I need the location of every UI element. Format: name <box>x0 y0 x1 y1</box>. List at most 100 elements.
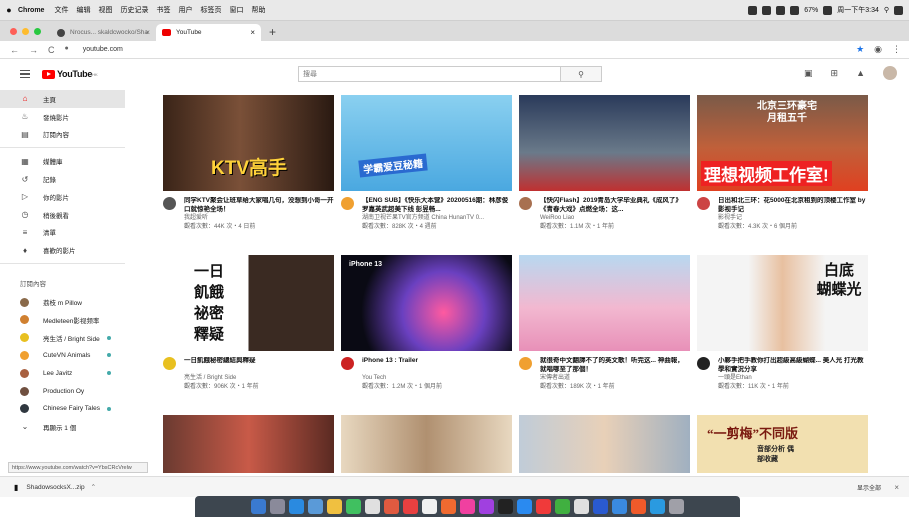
volume-icon[interactable] <box>790 5 800 15</box>
channel-avatar[interactable] <box>163 357 176 370</box>
chevron-up-icon[interactable]: ⌃ <box>91 483 96 491</box>
hamburger-menu-icon[interactable] <box>20 69 30 79</box>
channel-avatar[interactable] <box>163 197 176 210</box>
channel-name[interactable]: 我超爱听 <box>184 214 334 223</box>
show-more-button[interactable]: ⌄ 再顯示 1 個 <box>0 418 125 436</box>
wifi-icon[interactable] <box>776 5 786 15</box>
channel-name[interactable]: 一頭是Ethan <box>718 374 868 383</box>
notes-icon[interactable] <box>327 499 342 514</box>
video-thumbnail[interactable] <box>519 255 690 351</box>
video-title[interactable]: 小夥手把手教你打出超級高級蝴蝶... 美人光 打光教學和實況分享 <box>718 357 868 374</box>
video-thumbnail[interactable]: “一剪梅”不同版 音部分析 偶部收藏 <box>697 415 868 473</box>
channel-name[interactable]: 影视手记 <box>718 214 868 223</box>
menubar-item-view[interactable]: 视图 <box>98 5 112 15</box>
back-icon[interactable]: ← <box>10 45 19 55</box>
subscription-channel[interactable]: Production Oy <box>0 382 125 400</box>
qq-icon[interactable] <box>612 499 627 514</box>
sidebar-item-home[interactable]: ⌂ 主頁 <box>0 90 125 108</box>
channel-name[interactable]: 亮生活 / Bright Side <box>184 374 259 383</box>
channel-avatar[interactable] <box>519 197 532 210</box>
menubar-item-bookmarks[interactable]: 书签 <box>156 5 170 15</box>
close-window-button[interactable] <box>10 28 17 35</box>
chrome-menu-icon[interactable]: ⋮ <box>892 44 901 55</box>
video-thumbnail[interactable] <box>163 415 334 473</box>
netease-music-icon[interactable] <box>536 499 551 514</box>
video-card[interactable]: KTV高手 同学KTV聚会让班草给大家唱几句，没想到小哥一开口就惊艳全场！ 我超爱… <box>163 95 334 231</box>
subscription-channel[interactable]: CuteVN Animals <box>0 347 125 365</box>
channel-name[interactable]: You Tech <box>362 374 442 383</box>
subscription-channel[interactable]: 荔枝 m Pillow <box>0 293 125 311</box>
channel-avatar[interactable] <box>519 357 532 370</box>
lock-icon[interactable]: ● <box>65 45 69 55</box>
wechat-icon[interactable] <box>762 5 772 15</box>
system-preferences-icon[interactable] <box>574 499 589 514</box>
calendar-icon[interactable] <box>403 499 418 514</box>
download-item[interactable]: ShadowsocksX...zip <box>26 484 84 491</box>
forward-icon[interactable]: → <box>29 45 38 55</box>
subscription-channel[interactable]: Medleteen影视频率 <box>0 311 125 329</box>
messages-icon[interactable] <box>346 499 361 514</box>
video-thumbnail[interactable]: 白底 蝴蝶光 <box>697 255 868 351</box>
video-title[interactable]: 就很奇中文翻譯不了的英文歌！听完这... 神曲報，就唱哪至了那個！ <box>540 357 690 374</box>
new-tab-icon[interactable]: + <box>269 25 276 39</box>
downloads-folder-icon[interactable] <box>650 499 665 514</box>
extension-icon[interactable] <box>748 5 758 15</box>
video-title[interactable]: 日出和北三环：花5000在北京租到的顶楼工作室 by 影视手记 <box>718 197 868 214</box>
sidebar-item-watch-later[interactable]: ◷ 稍後觀看 <box>0 206 125 224</box>
podcasts-icon[interactable] <box>479 499 494 514</box>
video-title[interactable]: 同学KTV聚会让班草给大家唱几句，没想到小哥一开口就惊艳全场！ <box>184 197 334 214</box>
video-card[interactable]: 北京三环豪宅 月租五千 理想视频工作室! 日出和北三环：花5000在北京租到的顶… <box>697 95 868 231</box>
close-tab-icon[interactable]: × <box>250 28 255 37</box>
video-card[interactable] <box>163 415 334 473</box>
sidebar-item-playlist[interactable]: ≡ 清單 <box>0 224 125 242</box>
channel-avatar[interactable] <box>341 197 354 210</box>
safari-icon[interactable] <box>289 499 304 514</box>
menubar-item-tabs[interactable]: 标签页 <box>200 5 221 15</box>
sidebar-item-library[interactable]: ▦ 媒體庫 <box>0 152 125 170</box>
wechat-icon[interactable] <box>555 499 570 514</box>
video-thumbnail[interactable]: iPhone 13 <box>341 255 512 351</box>
notifications-bell-icon[interactable]: ▲ <box>856 68 865 78</box>
video-thumbnail[interactable] <box>519 95 690 191</box>
video-card[interactable] <box>519 415 690 473</box>
video-title[interactable]: 一日飢餓秘密總結與釋疑 <box>184 357 259 374</box>
apple-menu-icon[interactable]: ● <box>0 5 18 15</box>
video-thumbnail[interactable]: 北京三环豪宅 月租五千 理想视频工作室! <box>697 95 868 191</box>
create-video-icon[interactable]: ▣ <box>804 68 813 79</box>
video-thumbnail[interactable] <box>341 415 512 473</box>
video-card[interactable] <box>341 415 512 473</box>
spotlight-icon[interactable]: ⚲ <box>884 6 889 14</box>
menubar-item-window[interactable]: 窗口 <box>229 5 243 15</box>
finder-icon[interactable] <box>251 499 266 514</box>
sidebar-item-your-videos[interactable]: ▷ 你的影片 <box>0 188 125 206</box>
sidebar-item-liked[interactable]: ♦ 喜歡的影片 <box>0 241 125 259</box>
channel-avatar[interactable] <box>697 197 710 210</box>
search-input[interactable] <box>299 67 560 81</box>
video-card[interactable]: 白底 蝴蝶光 小夥手把手教你打出超級高級蝴蝶... 美人光 打光教學和實況分享一… <box>697 255 868 391</box>
chrome-icon[interactable] <box>365 499 380 514</box>
menubar-item-help[interactable]: 帮助 <box>251 5 265 15</box>
word-icon[interactable] <box>593 499 608 514</box>
video-card[interactable]: iPhone 13 iPhone 13 : Trailer You Tech 觀看次… <box>341 255 512 391</box>
video-title[interactable]: iPhone 13 : Trailer <box>362 357 442 374</box>
app-store-icon[interactable] <box>517 499 532 514</box>
video-card[interactable]: 一日 飢餓 祕密 釋疑 一日飢餓秘密總結與釋疑 亮生活 / Bright Side… <box>163 255 334 391</box>
video-title[interactable]: 【快闪Flash】2019青岛大学毕业典礼《成风了》《青春大戏》点燃全场：这..… <box>540 197 690 214</box>
dingtalk-icon[interactable] <box>631 499 646 514</box>
video-title[interactable]: 【ENG SUB】《快乐大本营》20200516期：林彦俊罗嘉英武超美下线 彭昱… <box>362 197 512 214</box>
minimize-window-button[interactable] <box>22 28 29 35</box>
reload-icon[interactable]: C <box>48 45 55 55</box>
search-button[interactable]: ⚲ <box>560 67 601 81</box>
video-card[interactable]: 就很奇中文翻譯不了的英文歌！听完这... 神曲報，就唱哪至了那個！ 宋傳者出道 觀看… <box>519 255 690 391</box>
menubar-item-edit[interactable]: 编辑 <box>76 5 90 15</box>
menubar-item-history[interactable]: 历史记录 <box>120 5 148 15</box>
music-icon[interactable] <box>460 499 475 514</box>
channel-name[interactable]: 湖南卫视芒果TV官方频道 China HunanTV 0... <box>362 214 512 223</box>
launchpad-icon[interactable] <box>270 499 285 514</box>
photos-icon[interactable] <box>384 499 399 514</box>
mail-icon[interactable] <box>308 499 323 514</box>
video-thumbnail[interactable]: KTV高手 <box>163 95 334 191</box>
tab-youtube[interactable]: YouTube × <box>156 24 261 41</box>
apps-grid-icon[interactable]: ⊞ <box>831 68 839 79</box>
bookmark-star-icon[interactable]: ★ <box>856 44 864 55</box>
